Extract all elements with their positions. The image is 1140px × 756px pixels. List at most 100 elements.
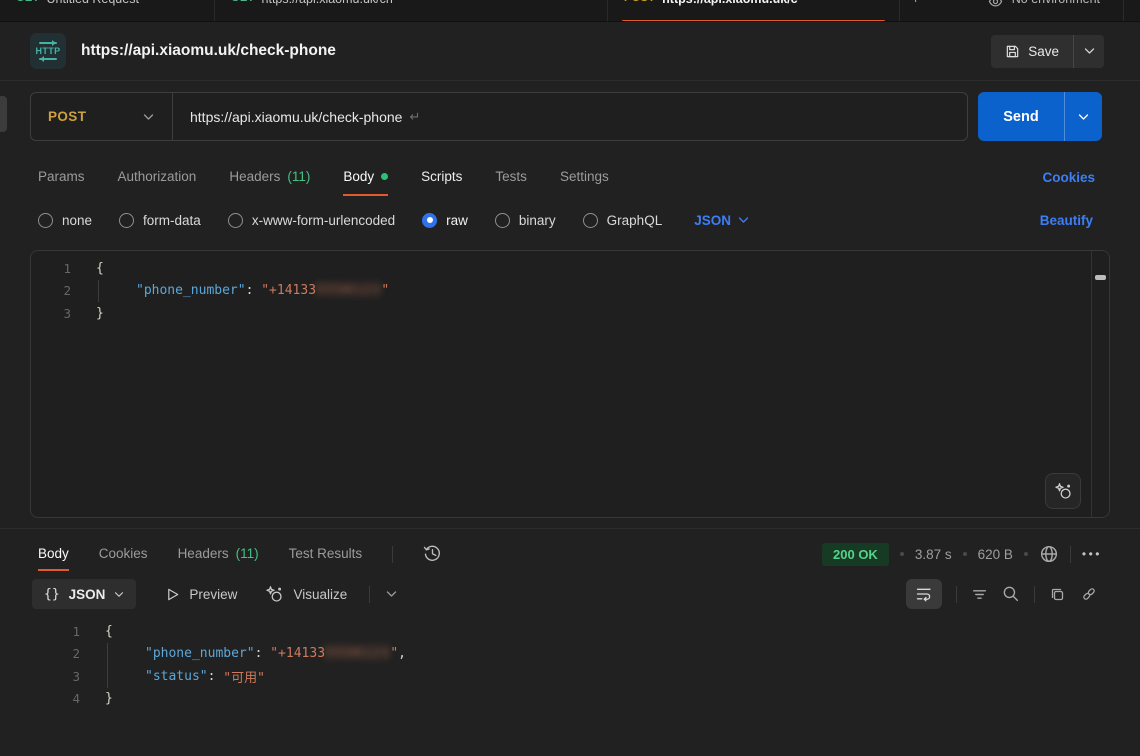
response-separator xyxy=(0,528,1140,529)
line-number: 4 xyxy=(40,691,80,706)
response-tab-cookies[interactable]: Cookies xyxy=(99,537,148,571)
save-options-chevron[interactable] xyxy=(1073,35,1104,68)
response-tab-headers[interactable]: Headers (11) xyxy=(178,537,259,571)
radio-circle[interactable] xyxy=(119,213,134,228)
code-line: 4 } xyxy=(40,688,1110,711)
response-headers-count: (11) xyxy=(236,546,259,561)
radio-form-data[interactable]: form-data xyxy=(119,213,201,228)
environment-selector[interactable]: No environment xyxy=(988,0,1140,22)
radio-x-www-form-urlencoded[interactable]: x-www-form-urlencoded xyxy=(228,213,395,228)
history-clock-icon xyxy=(423,544,442,563)
line-number: 1 xyxy=(40,624,80,639)
line-number: 2 xyxy=(40,646,80,661)
request-tab-get-url[interactable]: GET https://api.xiaomu.uk/ch xyxy=(215,0,608,22)
request-header: HTTP https://api.xiaomu.uk/check-phone S… xyxy=(0,22,1140,81)
code-line: 2 "phone_number": "+141335550123", xyxy=(40,643,1110,666)
method-dropdown[interactable]: POST xyxy=(31,109,172,124)
method-chevron-down-icon xyxy=(143,113,154,121)
tab-headers[interactable]: Headers (11) xyxy=(229,159,310,196)
radio-binary[interactable]: binary xyxy=(495,213,556,228)
meta-dot xyxy=(1024,552,1028,556)
redacted-phone-digits: 5550123 xyxy=(316,283,381,298)
url-input[interactable]: https://api.xiaomu.uk/check-phone ↵ xyxy=(173,109,967,125)
editor-scrollbar-track xyxy=(1091,251,1092,517)
response-tab-body[interactable]: Body xyxy=(38,537,69,571)
response-tab-test-results[interactable]: Test Results xyxy=(289,537,363,571)
viewer-chevron-down-icon[interactable] xyxy=(386,590,397,598)
cookies-link[interactable]: Cookies xyxy=(1042,159,1095,196)
tab-params[interactable]: Params xyxy=(38,159,85,196)
code-line: 1 { xyxy=(31,257,1109,280)
network-globe-icon[interactable] xyxy=(1039,544,1059,564)
radio-circle[interactable] xyxy=(38,213,53,228)
radio-graphql[interactable]: GraphQL xyxy=(583,213,663,228)
radio-circle[interactable] xyxy=(495,213,510,228)
request-body-editor[interactable]: 1 { 2 "phone_number": "+141335550123" 3 … xyxy=(30,250,1110,518)
filter-icon[interactable] xyxy=(971,586,988,603)
radio-circle[interactable] xyxy=(583,213,598,228)
environment-eye-icon xyxy=(988,0,1003,9)
tab-settings[interactable]: Settings xyxy=(560,159,609,196)
response-tabs: Body Cookies Headers (11) Test Results xyxy=(38,537,442,571)
code-line: 2 "phone_number": "+141335550123" xyxy=(31,280,1109,303)
send-label[interactable]: Send xyxy=(978,92,1064,141)
request-tab-post-url-active[interactable]: POST https://api.xiaomu.uk/c xyxy=(608,0,900,22)
tab-tests[interactable]: Tests xyxy=(495,159,527,196)
save-button[interactable]: Save xyxy=(991,35,1104,68)
tools-divider xyxy=(1034,586,1035,603)
indent-guide xyxy=(98,280,99,303)
visualize-sparkle-icon xyxy=(265,585,284,604)
tab-body[interactable]: Body xyxy=(343,159,388,196)
workspace-tab-bar: GET Untitled Request GET https://api.xia… xyxy=(0,0,1140,22)
language-dropdown[interactable]: JSON xyxy=(694,213,749,228)
wrap-text-button[interactable] xyxy=(906,579,942,609)
tab-authorization[interactable]: Authorization xyxy=(118,159,197,196)
response-time[interactable]: 3.87 s xyxy=(915,547,952,562)
new-tab-button[interactable]: + xyxy=(900,0,931,22)
line-number: 3 xyxy=(31,306,71,321)
link-icon[interactable] xyxy=(1080,585,1098,603)
tab-method-badge: GET xyxy=(16,0,40,6)
editor-scrollbar-thumb[interactable] xyxy=(1095,275,1106,280)
request-tab-untitled[interactable]: GET Untitled Request xyxy=(0,0,215,22)
tab-method-badge: GET xyxy=(231,0,255,6)
tab-scripts[interactable]: Scripts xyxy=(421,159,462,196)
code-line: 3 "status": "可用" xyxy=(40,665,1110,688)
visualize-button[interactable]: Visualize xyxy=(265,585,347,604)
copy-icon[interactable] xyxy=(1049,586,1066,603)
redacted-phone-digits: 5550123 xyxy=(325,646,390,661)
radio-none[interactable]: none xyxy=(38,213,92,228)
search-icon[interactable] xyxy=(1002,585,1020,603)
response-size[interactable]: 620 B xyxy=(978,547,1013,562)
radio-raw-selected[interactable]: raw xyxy=(422,213,468,228)
response-history-button[interactable] xyxy=(423,537,442,571)
tools-divider xyxy=(956,586,957,603)
beautify-link[interactable]: Beautify xyxy=(1040,203,1093,237)
line-number: 1 xyxy=(31,261,71,276)
response-format-dropdown[interactable]: {} JSON xyxy=(32,579,136,609)
send-button[interactable]: Send xyxy=(978,92,1102,141)
response-meta: 200 OK 3.87 s 620 B ••• xyxy=(822,537,1102,571)
sidebar-collapse-handle[interactable] xyxy=(0,96,7,132)
sparkle-wand-icon xyxy=(1054,482,1073,501)
line-number: 3 xyxy=(40,669,80,684)
beautify-magic-button[interactable] xyxy=(1045,473,1081,509)
meta-dot xyxy=(900,552,904,556)
radio-circle-selected[interactable] xyxy=(422,213,437,228)
preview-button[interactable]: Preview xyxy=(166,587,237,602)
body-has-content-dot xyxy=(381,173,388,180)
save-floppy-icon xyxy=(1005,44,1020,59)
radio-circle[interactable] xyxy=(228,213,243,228)
response-body-viewer[interactable]: 1 { 2 "phone_number": "+141335550123", 3… xyxy=(30,616,1110,756)
headers-count: (11) xyxy=(287,169,310,184)
code-line: 1 { xyxy=(40,620,1110,643)
send-options-chevron[interactable] xyxy=(1064,92,1102,141)
response-tabs-divider xyxy=(392,546,393,563)
preview-play-icon xyxy=(166,587,180,602)
save-button-main[interactable]: Save xyxy=(991,35,1073,68)
meta-divider xyxy=(1070,546,1071,563)
method-label: POST xyxy=(48,109,86,124)
status-badge[interactable]: 200 OK xyxy=(822,543,889,566)
more-actions-button[interactable]: ••• xyxy=(1082,547,1102,561)
response-toolbar: {} JSON Preview Visualize xyxy=(32,578,1098,610)
